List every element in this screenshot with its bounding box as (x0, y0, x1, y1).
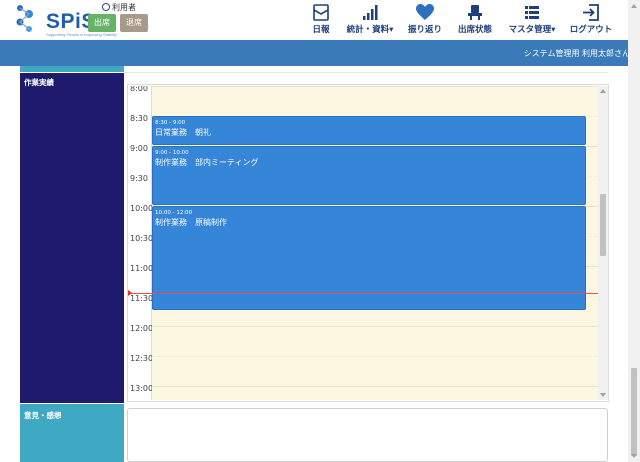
person-icon (102, 3, 110, 11)
event-time: 9:00 - 10:00 (155, 150, 189, 156)
opinion-label: 意見・感想 (24, 411, 62, 420)
work-results-label-column: 作業実績 (20, 73, 124, 403)
logout-icon (583, 4, 599, 21)
nav-diary-label: 日報 (312, 25, 330, 35)
section-divider (124, 66, 608, 73)
user-status-box: 利用者 出席 退席 (88, 2, 160, 34)
event-title: 制作業務 部内ミーティング (155, 158, 259, 167)
work-results-label: 作業実績 (24, 78, 54, 87)
time-label: 11:30 (130, 294, 154, 303)
current-time-line (128, 293, 598, 294)
time-label: 10:30 (130, 234, 154, 243)
calendar-event[interactable]: 9:00 - 10:00 制作業務 部内ミーティング (152, 146, 586, 205)
checkout-button[interactable]: 退席 (120, 14, 148, 32)
time-label: 8:30 (130, 114, 148, 123)
grid-line (152, 386, 598, 387)
work-calendar[interactable]: 8:00 8:30 9:00 9:30 10:00 10:30 11:00 11:30 12:0… (128, 86, 598, 400)
time-label: 12:30 (130, 354, 154, 363)
user-role-label: 利用者 (102, 2, 136, 13)
calendar-event[interactable]: 8:30 - 9:00 日常業務 朝礼 (152, 116, 586, 145)
time-label: 12:00 (130, 324, 154, 333)
grid-line (152, 356, 598, 357)
time-label: 9:00 (130, 144, 148, 153)
scroll-down-arrow-icon[interactable] (600, 393, 606, 397)
checkin-button[interactable]: 出席 (88, 14, 116, 32)
app-header: SPiS Supporting People in Improving Stab… (0, 0, 640, 40)
opinion-textarea[interactable] (127, 408, 608, 462)
nav-master-label: マスタ管理▾ (508, 25, 556, 35)
scroll-up-arrow-icon[interactable] (600, 89, 606, 93)
diary-icon (313, 4, 329, 21)
page-scroll-down-arrow-icon[interactable] (631, 454, 637, 458)
page-scroll-thumb[interactable] (631, 368, 637, 456)
grid-line (152, 326, 598, 327)
nav-attendance-label: 出席状態 (457, 25, 492, 35)
page-scroll-up-arrow-icon[interactable] (631, 4, 637, 8)
grid-line (152, 86, 598, 87)
section-header-strip (20, 66, 124, 72)
nav-stats-label: 統計・資料▾ (346, 25, 394, 35)
admin-name: システム管理用 利用太郎さん (523, 49, 630, 58)
event-time: 8:30 - 9:00 (155, 120, 186, 126)
calendar-event[interactable]: 10:00 - 12:00 制作業務 原稿制作 (152, 206, 586, 310)
spis-logo[interactable]: SPiS Supporting People in Improving Stab… (14, 4, 117, 37)
nav-review-label: 振り返り (407, 25, 442, 35)
nav-stats[interactable]: 統計・資料▾ (342, 2, 398, 38)
opinion-label-column: 意見・感想 (20, 404, 124, 462)
calendar-scroll-thumb[interactable] (600, 194, 606, 256)
current-time-marker-icon (128, 290, 132, 296)
time-label: 11:00 (130, 264, 154, 273)
time-axis: 8:00 8:30 9:00 9:30 10:00 10:30 11:00 11:30 12:0… (128, 86, 154, 400)
time-label: 13:00 (130, 384, 154, 393)
nav-logout[interactable]: ログアウト (566, 2, 616, 38)
time-label: 10:00 (130, 204, 154, 213)
heart-icon (416, 4, 434, 20)
event-title: 日常業務 朝礼 (155, 128, 211, 137)
nav-review[interactable]: 振り返り (405, 2, 445, 38)
nav-diary[interactable]: 日報 (306, 2, 336, 38)
bar-chart-icon (363, 5, 378, 20)
logo-mark-icon (16, 5, 33, 32)
time-label: 8:00 (130, 86, 148, 93)
list-icon (525, 6, 539, 19)
user-info-bar: システム管理用 利用太郎さん (0, 40, 640, 66)
page-scrollbar[interactable] (628, 0, 640, 462)
nav-attendance[interactable]: 出席状態 (454, 2, 496, 38)
nav-master[interactable]: マスタ管理▾ (504, 2, 560, 38)
event-title: 制作業務 原稿制作 (155, 218, 227, 227)
event-time: 10:00 - 12:00 (155, 210, 193, 216)
nav-logout-label: ログアウト (569, 25, 613, 35)
time-label: 9:30 (130, 174, 148, 183)
seat-icon (468, 5, 482, 20)
calendar-scrollbar[interactable] (598, 86, 608, 400)
